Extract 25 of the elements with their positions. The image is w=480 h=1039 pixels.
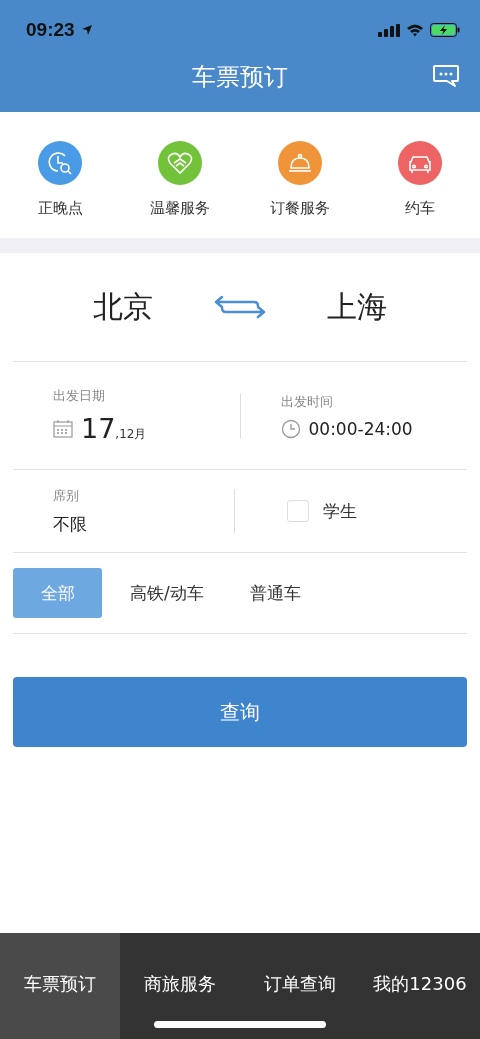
message-icon[interactable] (432, 64, 460, 88)
battery-icon (430, 23, 460, 37)
location-arrow-icon (80, 24, 93, 36)
departure-city[interactable]: 北京 (92, 286, 153, 328)
search-button[interactable]: 查询 (13, 677, 467, 747)
service-item[interactable]: 正晚点 (0, 132, 120, 218)
seat-picker[interactable]: 席别 不限 (13, 486, 234, 536)
swap-icon[interactable] (212, 293, 268, 321)
calendar-icon (53, 419, 73, 438)
student-checkbox[interactable] (286, 500, 309, 522)
student-label: 学生 (322, 499, 357, 523)
service-item[interactable]: 订餐服务 (240, 132, 360, 218)
train-type-tab[interactable]: 高铁/动车 (112, 568, 222, 618)
arrival-city[interactable]: 上海 (327, 286, 388, 328)
page-title: 车票预订 (192, 62, 288, 93)
signal-icon (378, 23, 400, 37)
tab-bar-item[interactable]: 车票预订 (0, 933, 120, 1039)
clock-icon (280, 418, 301, 439)
service-item[interactable]: 约车 (360, 132, 480, 218)
train-type-tab[interactable]: 普通车 (231, 568, 319, 618)
status-time: 09:23 (26, 19, 75, 41)
time-picker[interactable]: 出发时间 00:00-24:00 (240, 392, 467, 439)
date-picker[interactable]: 出发日期 17,12月 (13, 387, 240, 444)
wifi-icon (406, 23, 424, 37)
service-item[interactable]: 温馨服务 (120, 132, 240, 218)
